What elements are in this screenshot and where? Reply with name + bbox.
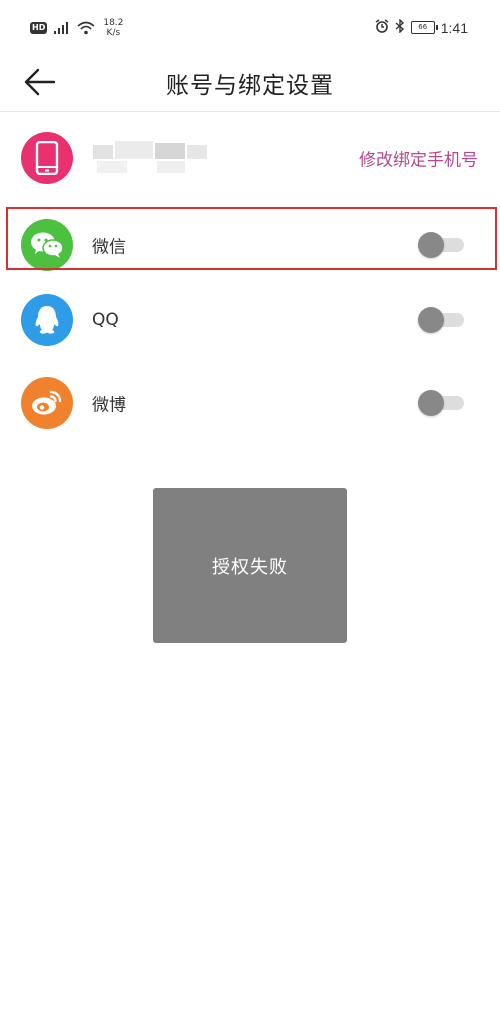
signal-icon bbox=[53, 21, 71, 35]
account-row-qq: QQ bbox=[0, 280, 500, 360]
modify-phone-link[interactable]: 修改绑定手机号 bbox=[359, 146, 478, 171]
status-bar: HD 18.2 K/s 66 1:41 bbox=[0, 0, 500, 56]
weibo-toggle[interactable] bbox=[418, 390, 464, 416]
highlight-box bbox=[6, 207, 497, 270]
account-label-weibo: 微博 bbox=[92, 395, 126, 416]
page-title: 账号与绑定设置 bbox=[166, 73, 334, 99]
wifi-icon bbox=[77, 21, 95, 35]
phone-icon bbox=[21, 132, 73, 184]
battery-icon: 66 bbox=[410, 21, 438, 34]
network-speed: 18.2 K/s bbox=[103, 18, 123, 38]
clock: 1:41 bbox=[440, 19, 468, 36]
page-header: 账号与绑定设置 bbox=[0, 56, 500, 112]
toggle-knob bbox=[418, 390, 444, 416]
weibo-icon bbox=[21, 377, 73, 429]
status-right: 66 1:41 bbox=[375, 18, 468, 37]
network-speed-unit: K/s bbox=[106, 28, 121, 38]
phone-number-redacted bbox=[93, 141, 208, 177]
status-left: HD 18.2 K/s bbox=[30, 18, 123, 38]
account-row-weibo: 微博 bbox=[0, 363, 500, 443]
qq-icon bbox=[21, 294, 73, 346]
phone-binding-row: 修改绑定手机号 bbox=[0, 118, 500, 198]
network-speed-value: 18.2 bbox=[103, 18, 124, 28]
toggle-knob bbox=[418, 307, 444, 333]
bluetooth-icon bbox=[395, 18, 405, 37]
alarm-icon bbox=[375, 18, 389, 37]
hd-badge: HD bbox=[30, 22, 48, 34]
qq-toggle[interactable] bbox=[418, 307, 464, 333]
toast-text: 授权失败 bbox=[212, 556, 288, 578]
account-label-qq: QQ bbox=[92, 310, 119, 330]
toast-message: 授权失败 bbox=[153, 488, 347, 643]
